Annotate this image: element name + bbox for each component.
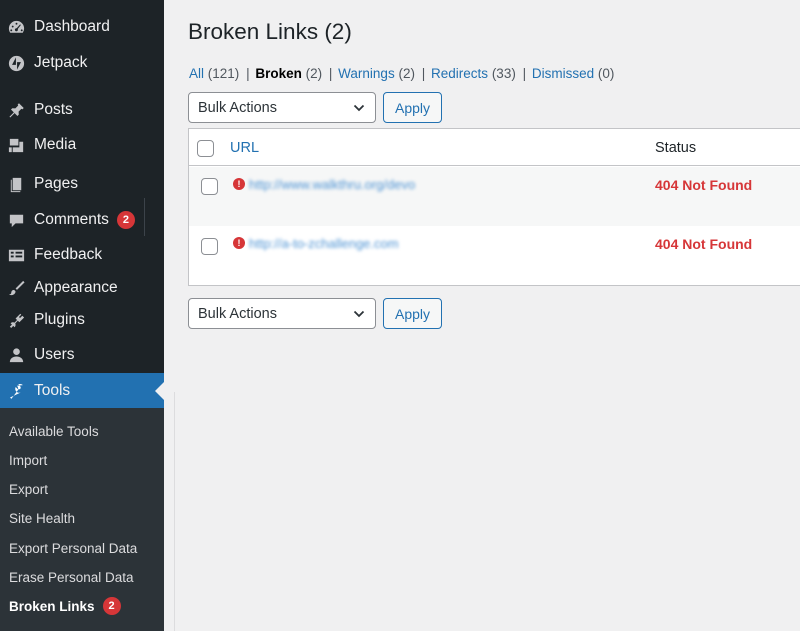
links-table: URL Status ! http://www.walkthru.org/dev… (188, 128, 800, 286)
table-row: ! http://www.walkthru.org/devo 404 Not F… (189, 167, 800, 226)
content-divider (174, 392, 175, 631)
broken-links-count-badge: 2 (102, 597, 121, 615)
apply-button-bottom[interactable]: Apply (383, 298, 442, 329)
pages-icon (6, 174, 26, 194)
jetpack-icon (6, 53, 26, 73)
menu-feedback[interactable]: Feedback (0, 237, 164, 273)
menu-comments[interactable]: Comments 2 (0, 202, 164, 238)
filter-separator: | (522, 66, 527, 81)
menu-users[interactable]: Users (0, 337, 164, 373)
submenu-import[interactable]: Import (9, 450, 47, 470)
dashboard-icon (6, 17, 26, 37)
menu-label: Jetpack (34, 54, 88, 71)
select-all-checkbox[interactable] (197, 140, 214, 157)
menu-jetpack[interactable]: Jetpack (0, 45, 164, 81)
menu-label: Comments (34, 211, 109, 228)
filter-count: (33) (491, 66, 516, 81)
filter-count: (121) (207, 66, 240, 81)
filter-separator: | (328, 66, 333, 81)
filter-count: (0) (597, 66, 615, 81)
wrench-icon (6, 381, 26, 401)
user-icon (6, 345, 26, 365)
chevron-down-icon (353, 310, 365, 318)
filter-count: (2) (398, 66, 415, 81)
menu-divider (144, 198, 145, 236)
submenu-broken-links[interactable]: Broken Links 2 (9, 596, 121, 616)
menu-plugins[interactable]: Plugins (0, 302, 164, 338)
brush-icon (6, 278, 26, 298)
url-text: http://a-to-zchallenge.com (249, 236, 399, 251)
filter-count: (2) (305, 66, 323, 81)
page-title: Broken Links (2) (188, 19, 352, 44)
submenu-site-health[interactable]: Site Health (9, 508, 75, 528)
filter-redirects[interactable]: Redirects (431, 66, 488, 81)
apply-button-top[interactable]: Apply (383, 92, 442, 123)
submenu-label: Broken Links (9, 598, 95, 614)
chevron-down-icon (353, 104, 365, 112)
submenu-available-tools[interactable]: Available Tools (9, 421, 99, 441)
column-status-header: Status (655, 140, 697, 156)
comments-count-badge: 2 (116, 211, 135, 229)
row-checkbox[interactable] (201, 178, 218, 195)
menu-label: Posts (34, 101, 73, 118)
menu-label: Appearance (34, 279, 118, 296)
error-icon: ! (233, 178, 245, 190)
row-checkbox[interactable] (201, 238, 218, 255)
bulk-actions-label: Bulk Actions (198, 305, 277, 322)
menu-label: Dashboard (34, 18, 110, 35)
media-icon (6, 135, 26, 155)
status-filters: All (121) | Broken (2) | Warnings (2) | … (189, 66, 614, 81)
bulk-actions-select-top[interactable]: Bulk Actions (188, 92, 376, 123)
submenu-export[interactable]: Export (9, 479, 48, 499)
comment-icon (6, 210, 26, 230)
filter-dismissed[interactable]: Dismissed (532, 66, 594, 81)
bulk-actions-label: Bulk Actions (198, 99, 277, 116)
plugin-icon (6, 310, 26, 330)
error-icon: ! (233, 237, 245, 249)
pin-icon (6, 100, 26, 120)
menu-label: Plugins (34, 311, 85, 328)
menu-dashboard[interactable]: Dashboard (0, 9, 164, 45)
filter-broken[interactable]: Broken (255, 66, 302, 81)
column-url-header[interactable]: URL (230, 140, 259, 156)
status-text: 404 Not Found (655, 236, 753, 252)
menu-media[interactable]: Media (0, 127, 164, 163)
feedback-icon (6, 245, 26, 265)
menu-label: Feedback (34, 246, 103, 263)
filter-all[interactable]: All (189, 66, 204, 81)
menu-label: Tools (34, 382, 71, 399)
filter-warnings[interactable]: Warnings (338, 66, 395, 81)
filter-separator: | (246, 66, 250, 81)
status-text: 404 Not Found (655, 177, 753, 193)
menu-posts[interactable]: Posts (0, 92, 164, 128)
menu-tools[interactable]: Tools (0, 373, 164, 409)
submenu-export-personal-data[interactable]: Export Personal Data (9, 538, 137, 558)
menu-label: Pages (34, 175, 78, 192)
menu-appearance[interactable]: Appearance (0, 270, 164, 306)
menu-label: Users (34, 346, 75, 363)
broken-url-link[interactable]: http://www.walkthru.org/devo (249, 177, 415, 192)
menu-pages[interactable]: Pages (0, 166, 164, 202)
broken-url-link[interactable]: http://a-to-zchallenge.com (249, 236, 399, 251)
menu-label: Media (34, 136, 77, 153)
bulk-actions-select-bottom[interactable]: Bulk Actions (188, 298, 376, 329)
table-row: ! http://a-to-zchallenge.com 404 Not Fou… (189, 226, 800, 286)
filter-separator: | (421, 66, 426, 81)
submenu-erase-personal-data[interactable]: Erase Personal Data (9, 567, 134, 587)
admin-sidebar: Dashboard Jetpack Posts Media Pages Comm… (0, 0, 164, 631)
table-header: URL Status (189, 129, 800, 166)
tools-submenu: Available Tools Import Export Site Healt… (0, 408, 164, 631)
